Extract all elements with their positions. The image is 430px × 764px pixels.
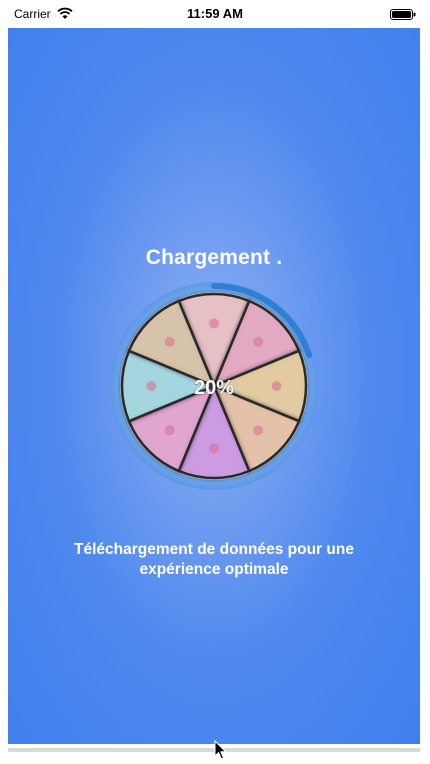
egg-icon [209,318,219,329]
subtitle-line-1: Téléchargement de données pour une [74,541,354,558]
loading-subtitle: Téléchargement de données pour une expér… [48,540,380,580]
drink-icon [253,336,264,347]
battery-icon [390,9,416,20]
grain-icon [164,425,175,436]
leaf-icon [253,425,264,436]
loading-screen: Chargement . 20% Téléchargement de donné… [8,28,420,744]
page-title: Chargement . [145,246,283,269]
box-icon [271,381,282,391]
loading-wheel: 20% [110,282,318,490]
progress-label: 20% [194,377,234,399]
clock: 11:59 AM [187,6,243,21]
dice-icon [146,381,157,391]
mouse-cursor-icon [214,740,227,760]
subtitle-line-2: expérience optimale [139,561,289,578]
cookie-icon [209,443,219,454]
status-bar: Carrier 11:59 AM [0,0,430,28]
fish-icon [164,336,175,347]
